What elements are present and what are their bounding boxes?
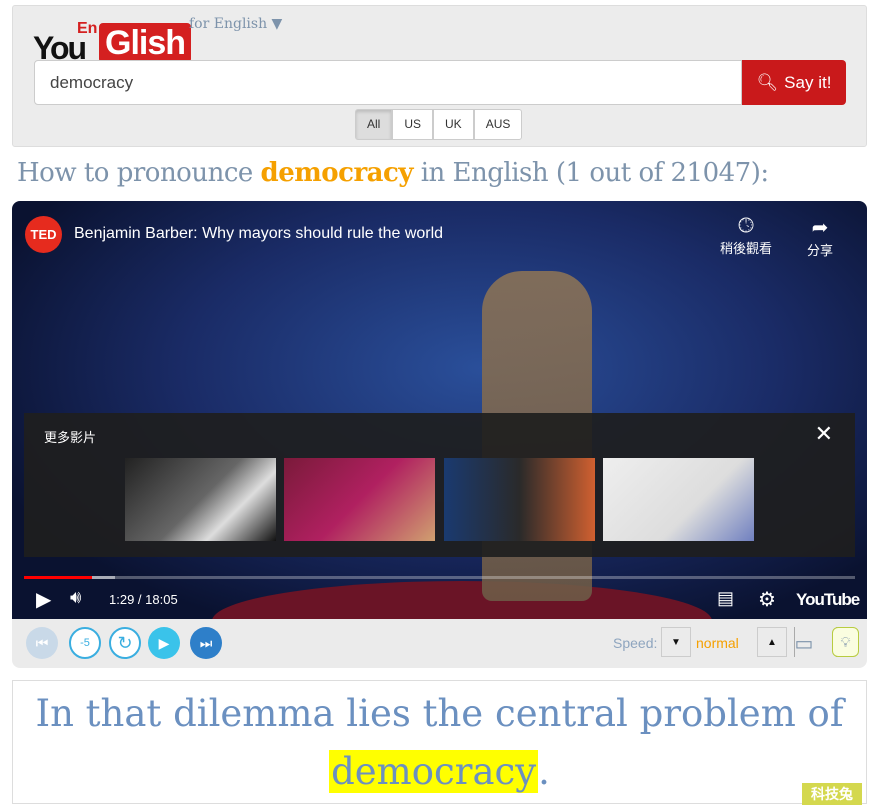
youtube-logo[interactable]: YouTube: [796, 590, 860, 610]
watch-later-label: 稍後觀看: [720, 241, 773, 256]
logo-en: En: [77, 20, 98, 37]
clock-icon: 🕓︎: [738, 215, 754, 237]
caption-before: In that dilemma lies the central problem…: [35, 692, 844, 735]
speed-up-button[interactable]: ▲: [757, 627, 787, 657]
channel-logo[interactable]: TED: [25, 216, 62, 253]
more-videos-label: 更多影片: [44, 430, 97, 445]
watermark: 科技兔: [802, 783, 862, 805]
logo-glish: Glish: [99, 23, 192, 63]
title-prefix: How to pronounce: [17, 158, 261, 188]
search-icon: 🔍︎: [756, 72, 779, 92]
video-thumbnail[interactable]: [603, 458, 754, 541]
progress-played: [24, 576, 93, 579]
accent-all[interactable]: All: [355, 109, 393, 140]
replay-icon[interactable]: ↻: [109, 627, 141, 659]
replay-5s-icon[interactable]: -5: [69, 627, 101, 659]
accent-aus[interactable]: AUS: [473, 109, 523, 140]
speed-label: Speed:: [613, 635, 658, 651]
volume-icon[interactable]: 🔊︎: [70, 587, 81, 608]
search-input[interactable]: democracy: [34, 60, 742, 105]
title-word: democracy: [260, 158, 414, 188]
title-suffix: in English (1 out of 21047):: [412, 158, 769, 188]
caption-after: .: [538, 750, 550, 793]
previous-icon[interactable]: ⏮︎: [26, 627, 58, 659]
caption-text: In that dilemma lies the central problem…: [12, 680, 867, 804]
close-icon[interactable]: ✕: [815, 421, 833, 447]
play-icon[interactable]: ▶: [148, 627, 180, 659]
video-title[interactable]: Benjamin Barber: Why mayors should rule …: [74, 225, 443, 243]
share-button[interactable]: ➦ 分享: [807, 215, 833, 259]
video-thumbnail[interactable]: [284, 458, 435, 541]
accent-us[interactable]: US: [392, 109, 434, 140]
time-display: 1:29 / 18:05: [109, 592, 178, 607]
speed-down-button[interactable]: ▼: [661, 627, 691, 657]
settings-icon[interactable]: ⚙: [758, 587, 776, 612]
play-icon[interactable]: ▶: [36, 587, 51, 612]
watch-later-button[interactable]: 🕓︎ 稍後觀看: [720, 215, 772, 257]
video-stage: [212, 581, 712, 619]
video-player[interactable]: TED Benjamin Barber: Why mayors should r…: [12, 201, 867, 619]
share-label: 分享: [807, 243, 834, 258]
speed-value: normal: [696, 635, 739, 651]
header: You En Glish for English ▼ democracy 🔍︎ …: [12, 5, 867, 147]
screen-mode-icon[interactable]: ▭: [788, 627, 820, 659]
caption-highlighted-word: democracy: [329, 750, 539, 793]
video-thumbnail[interactable]: [444, 458, 595, 541]
accent-filter: All US UK AUS: [355, 109, 523, 140]
say-it-button[interactable]: 🔍︎ Say it!: [742, 60, 846, 105]
more-videos-panel: 更多影片 ✕: [24, 413, 855, 557]
share-icon: ➦: [811, 217, 829, 239]
video-thumbnail[interactable]: [125, 458, 276, 541]
playback-toolbar: ⏮︎ -5 ↻ ▶ ⏭︎ Speed: ▼ normal ▲ ▭ 💡︎: [12, 619, 867, 668]
result-title: How to pronounce democracy in English (1…: [17, 158, 769, 188]
next-icon[interactable]: ⏭︎: [190, 627, 222, 659]
progress-bar[interactable]: [24, 576, 855, 579]
say-it-label: Say it!: [784, 72, 832, 92]
language-selector[interactable]: for English ▼: [189, 16, 282, 32]
lightbulb-icon[interactable]: 💡︎: [832, 627, 859, 657]
subtitles-icon[interactable]: ▤: [717, 588, 734, 609]
accent-uk[interactable]: UK: [433, 109, 474, 140]
